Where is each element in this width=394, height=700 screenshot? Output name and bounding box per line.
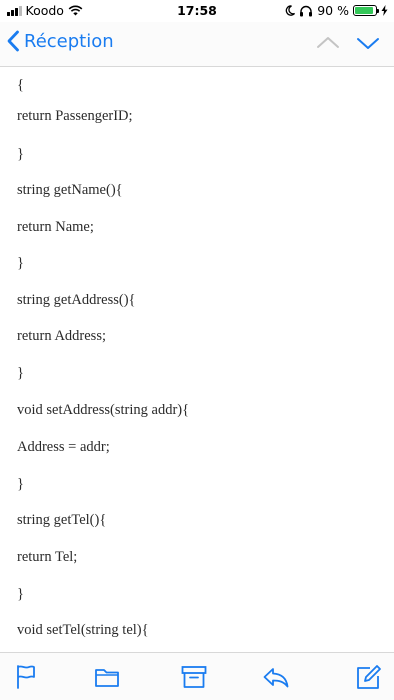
- archive-icon[interactable]: [179, 663, 209, 691]
- code-line: }: [17, 146, 24, 162]
- reply-icon[interactable]: [261, 663, 291, 691]
- compose-icon[interactable]: [353, 663, 383, 691]
- code-line: return Address;: [17, 328, 106, 344]
- code-line: }: [17, 586, 24, 602]
- message-body: { return PassengerID; } string getName()…: [0, 68, 394, 652]
- folder-icon[interactable]: [92, 663, 122, 691]
- back-button[interactable]: Réception: [6, 30, 114, 52]
- battery-level-fill: [355, 7, 373, 14]
- code-line: }: [17, 365, 24, 381]
- code-line: void setTel(string tel){: [17, 622, 149, 638]
- code-line: }: [17, 476, 24, 492]
- code-line: string getTel(){: [17, 512, 107, 528]
- message-navigation: [316, 32, 380, 54]
- code-line: {: [17, 77, 24, 93]
- flag-icon[interactable]: [11, 663, 41, 691]
- back-label: Réception: [24, 30, 114, 52]
- chevron-down-icon[interactable]: [356, 32, 380, 54]
- headphones-icon: [300, 5, 313, 16]
- chevron-up-icon[interactable]: [316, 32, 340, 54]
- battery-percent: 90 %: [317, 3, 349, 18]
- status-right: 90 %: [285, 3, 388, 18]
- code-line: void setAddress(string addr){: [17, 402, 190, 418]
- battery-icon: [353, 5, 379, 16]
- code-line: return PassengerID;: [17, 108, 133, 124]
- charging-bolt-icon: [381, 5, 388, 16]
- code-line: return Name;: [17, 219, 94, 235]
- code-line: }: [17, 255, 24, 271]
- bottom-toolbar: [0, 652, 394, 700]
- mail-message-screen: Koodo 17:58 90 % Réception {return Pass…: [0, 0, 394, 700]
- code-line: string getAddress(){: [17, 292, 136, 308]
- code-line: return Tel;: [17, 549, 78, 565]
- chevron-left-icon: [7, 30, 19, 52]
- code-line: Address = addr;: [17, 439, 110, 455]
- code-line: string getName(){: [17, 182, 123, 198]
- moon-icon: [286, 5, 296, 16]
- navigation-bar: Réception: [0, 22, 394, 67]
- status-bar: Koodo 17:58 90 %: [0, 0, 394, 22]
